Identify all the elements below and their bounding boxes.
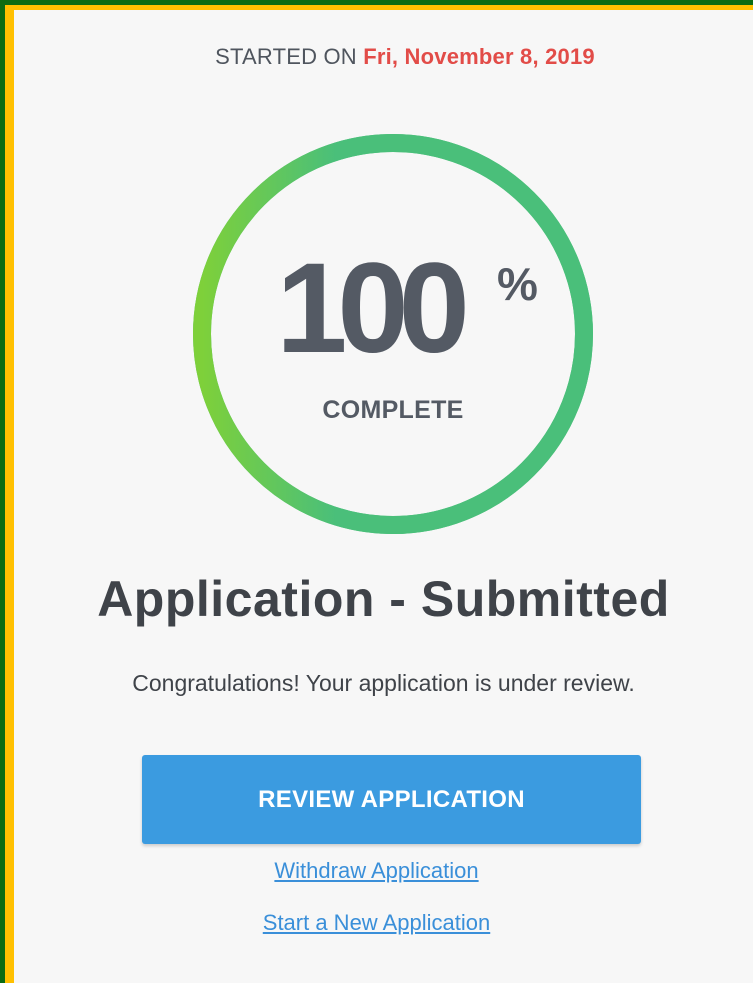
progress-percent-sign: % xyxy=(497,258,538,310)
started-on-line: STARTED ON Fri, November 8, 2019 xyxy=(14,44,753,70)
application-status-card: STARTED ON Fri, November 8, 2019 100 % C… xyxy=(14,10,753,983)
progress-percent-value: 100 xyxy=(276,237,470,380)
application-status-message: Congratulations! Your application is und… xyxy=(132,670,635,696)
review-application-button[interactable]: REVIEW APPLICATION xyxy=(142,755,641,844)
started-label: STARTED ON xyxy=(215,44,357,69)
started-date: Fri, November 8, 2019 xyxy=(363,44,595,69)
application-status-title: Application - Submitted xyxy=(97,571,670,627)
progress-complete-label: COMPLETE xyxy=(322,396,464,424)
withdraw-application-link[interactable]: Withdraw Application xyxy=(0,858,753,884)
start-new-application-link[interactable]: Start a New Application xyxy=(0,910,753,936)
